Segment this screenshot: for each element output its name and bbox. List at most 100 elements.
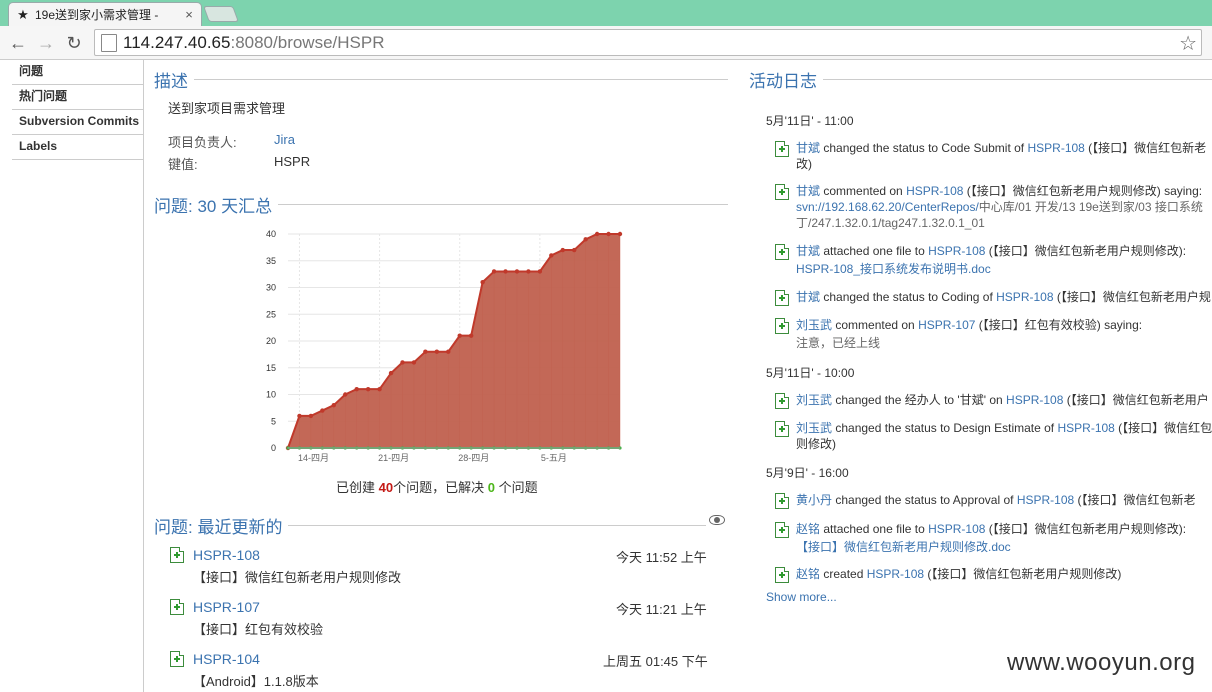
created-point: [606, 231, 611, 237]
reload-icon[interactable]: ↻: [62, 31, 86, 55]
activity-issue-link[interactable]: HSPR-108: [867, 567, 924, 581]
activity-action: changed the status to Approval of: [832, 493, 1017, 507]
activity-user-link[interactable]: 刘玉武: [796, 421, 832, 435]
activity-action: commented on: [832, 318, 919, 332]
activity-issue-summary: (【接口】微信红包新老用户规则修改):: [985, 522, 1187, 536]
summary-heading: 问题: 30 天汇总: [154, 192, 728, 217]
activity-user-link[interactable]: 刘玉武: [796, 318, 832, 332]
created-point: [331, 403, 336, 408]
chart-summary: 已创建 40个问题，已解决 0 个问题: [336, 477, 538, 496]
close-tab-icon[interactable]: ×: [183, 7, 195, 22]
activity-continued: 则修改): [796, 437, 836, 451]
page-icon: [101, 33, 117, 52]
activity-entry: 赵铭 created HSPR-108 (【接口】微信红包新老用户规则修改): [796, 566, 1121, 582]
activity-issue-summary: (【接口】微信红包新老用户规则修改): [924, 567, 1122, 581]
created-point: [434, 349, 440, 354]
watch-eye-icon[interactable]: [709, 515, 725, 525]
browser-tab-strip: ★ 19e送到家小需求管理 - ×: [0, 0, 1212, 26]
new-feature-icon: [775, 318, 789, 334]
sidebar-divider: [143, 158, 144, 692]
activity-issue-link[interactable]: HSPR-108: [996, 290, 1053, 304]
attachment-link[interactable]: 【接口】微信红包新老用户规则修改.doc: [796, 539, 1186, 555]
activity-group-date: 5月'9日' - 16:00: [766, 466, 849, 480]
new-feature-icon: [170, 547, 184, 563]
resolved-suffix: 个问题: [494, 480, 538, 495]
jira-favicon-icon: ★: [17, 6, 29, 22]
project-lead-label: 项目负责人:: [168, 135, 237, 150]
forward-arrow-icon[interactable]: →: [34, 31, 58, 55]
activity-user-link[interactable]: 刘玉武: [796, 393, 832, 407]
activity-issue-link[interactable]: HSPR-108: [906, 184, 963, 198]
new-tab-button[interactable]: [203, 6, 239, 22]
activity-entry: 甘斌 changed the status to Code Submit of …: [796, 140, 1206, 172]
sidebar-item-issues[interactable]: 问题: [12, 60, 143, 85]
recent-issue-key[interactable]: HSPR-104: [193, 651, 260, 667]
activity-issue-summary: (【接口】微信红包新老: [1074, 493, 1196, 507]
url-path: :8080/browse/HSPR: [230, 32, 385, 52]
recent-issue-title: 【Android】1.1.8版本: [193, 674, 319, 689]
new-feature-icon: [775, 493, 789, 509]
activity-user-link[interactable]: 赵铭: [796, 522, 820, 536]
recent-issue-key[interactable]: HSPR-107: [193, 599, 260, 615]
created-point: [388, 370, 394, 376]
recent-issue-key[interactable]: HSPR-108: [193, 547, 260, 563]
activity-issue-link[interactable]: HSPR-108: [1006, 393, 1063, 407]
created-point: [354, 386, 359, 392]
bookmark-star-icon[interactable]: ☆: [1179, 31, 1197, 56]
created-suffix: 个问题，已解决: [393, 480, 488, 495]
created-point: [594, 231, 600, 237]
activity-entry: 甘斌 changed the status to Coding of HSPR-…: [796, 289, 1211, 305]
sidebar-item-popular-issues[interactable]: 热门问题: [12, 85, 143, 110]
created-point: [549, 253, 554, 258]
x-tick-label: 14-四月: [298, 453, 329, 463]
y-tick-label: 35: [266, 256, 276, 266]
created-point: [365, 386, 371, 392]
activity-entry: 赵铭 attached one file to HSPR-108 (【接口】微信…: [796, 521, 1186, 555]
project-description: 送到家项目需求管理: [168, 101, 286, 116]
svn-link[interactable]: svn://192.168.62.20/CenterRepos/: [796, 200, 979, 214]
activity-issue-summary: (【接口】微信红包新老用户: [1063, 393, 1209, 407]
activity-user-link[interactable]: 甘斌: [796, 244, 820, 258]
activity-user-link[interactable]: 黄小丹: [796, 493, 832, 507]
resolved-count[interactable]: 0: [488, 480, 495, 495]
x-tick-label: 28-四月: [458, 453, 489, 463]
activity-continued: 改): [796, 157, 812, 171]
back-arrow-icon[interactable]: ←: [6, 31, 30, 55]
activity-user-link[interactable]: 甘斌: [796, 290, 820, 304]
created-point: [446, 349, 451, 354]
created-point: [537, 269, 543, 274]
activity-issue-link[interactable]: HSPR-108: [1017, 493, 1074, 507]
sidebar-item-labels[interactable]: Labels: [12, 135, 143, 160]
x-tick-label: 21-四月: [378, 453, 409, 463]
activity-issue-link[interactable]: HSPR-108: [928, 244, 985, 258]
activity-issue-summary: (【接口】微信红包: [1114, 421, 1212, 435]
attachment-link[interactable]: HSPR-108_接口系统发布说明书.doc: [796, 261, 1186, 277]
activity-issue-link[interactable]: HSPR-107: [918, 318, 975, 332]
activity-issue-link[interactable]: HSPR-108: [1057, 421, 1114, 435]
recent-issue-time: 上周五 01:45 下午: [603, 654, 708, 669]
activity-group-date: 5月'11日' - 11:00: [766, 114, 854, 128]
browser-tab[interactable]: ★ 19e送到家小需求管理 - ×: [8, 2, 202, 26]
new-feature-icon: [775, 393, 789, 409]
activity-issue-link[interactable]: HSPR-108: [928, 522, 985, 536]
sidebar-item-subversion-commits[interactable]: Subversion Commits: [12, 110, 143, 135]
recent-issue-time: 今天 11:21 上午: [616, 602, 707, 617]
activity-action: changed the status to Design Estimate of: [832, 421, 1058, 435]
show-more-link[interactable]: Show more...: [766, 590, 837, 604]
created-point: [583, 237, 588, 242]
new-feature-icon: [775, 141, 789, 157]
created-vs-resolved-chart: 0 5 10 15 20 25 30 35 40 14-四月 21-四月 28-四月 5-五月: [266, 229, 623, 463]
project-lead-link[interactable]: Jira: [274, 132, 295, 147]
activity-group-date: 5月'11日' - 10:00: [766, 366, 855, 380]
created-count[interactable]: 40: [379, 480, 393, 495]
address-bar[interactable]: 114.247.40.65:8080/browse/HSPR ☆: [94, 29, 1202, 56]
created-point: [377, 386, 382, 392]
created-prefix: 已创建: [336, 480, 379, 495]
activity-user-link[interactable]: 甘斌: [796, 141, 820, 155]
activity-user-link[interactable]: 甘斌: [796, 184, 820, 198]
activity-issue-link[interactable]: HSPR-108: [1027, 141, 1084, 155]
activity-user-link[interactable]: 赵铭: [796, 567, 820, 581]
created-point: [560, 247, 565, 253]
recent-issues-heading: 问题: 最近更新的: [154, 513, 706, 538]
description-heading: 描述: [154, 67, 728, 92]
